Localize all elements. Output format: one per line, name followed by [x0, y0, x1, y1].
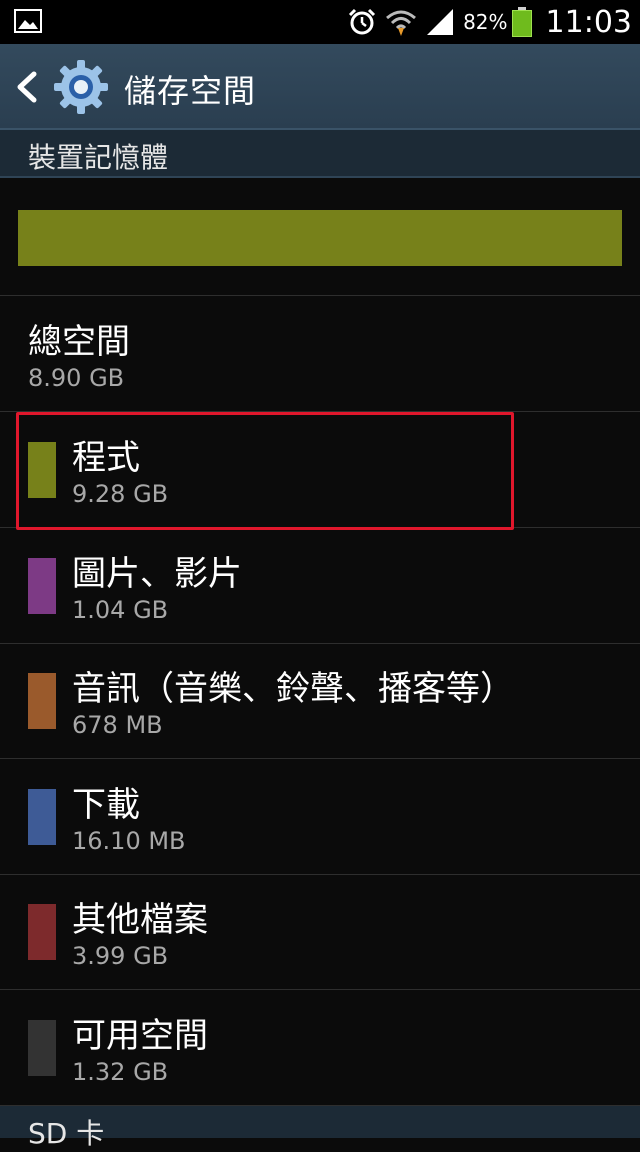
usage-bar-container [0, 180, 640, 296]
storage-usage-bar [18, 210, 622, 266]
row-title: 圖片、影片 [72, 554, 242, 594]
page-title: 儲存空間 [124, 72, 257, 110]
row-title: 總空間 [28, 322, 130, 362]
row-value: 8.90 GB [28, 364, 125, 392]
row-value: 16.10 MB [72, 827, 186, 855]
row-value: 1.04 GB [72, 596, 169, 624]
storage-item-audio[interactable]: 音訊（音樂、鈴聲、播客等） 678 MB [0, 643, 640, 759]
section-header-sd-card: SD 卡 [0, 1106, 640, 1150]
row-title: 下載 [72, 785, 140, 825]
color-swatch [28, 1020, 56, 1076]
status-bar: 82% 11:03 [0, 0, 640, 44]
storage-item-pictures-videos[interactable]: 圖片、影片 1.04 GB [0, 528, 640, 644]
total-space-row: 總空間 8.90 GB [0, 296, 640, 412]
row-title: 音訊（音樂、鈴聲、播客等） [72, 669, 514, 709]
color-swatch [28, 558, 56, 614]
row-value: 678 MB [72, 711, 163, 739]
row-value: 3.99 GB [72, 942, 169, 970]
row-title: 其他檔案 [72, 900, 208, 940]
section-header-label: 裝置記憶體 [28, 141, 169, 174]
row-title: 可用空間 [72, 1016, 208, 1056]
section-header-device-memory: 裝置記憶體 [0, 130, 640, 178]
storage-item-misc-files[interactable]: 其他檔案 3.99 GB [0, 874, 640, 990]
alarm-icon [349, 8, 376, 35]
wifi-icon [386, 10, 417, 36]
color-swatch [28, 789, 56, 845]
signal-icon [427, 9, 454, 35]
back-icon[interactable] [14, 70, 40, 104]
image-icon [14, 9, 42, 33]
row-value: 1.32 GB [72, 1058, 169, 1086]
gear-icon[interactable] [52, 58, 110, 116]
battery-percent: 82% [463, 10, 508, 34]
battery-icon [511, 7, 532, 37]
storage-item-downloads[interactable]: 下載 16.10 MB [0, 759, 640, 875]
clock: 11:03 [545, 4, 632, 40]
color-swatch [28, 904, 56, 960]
color-swatch [28, 673, 56, 729]
highlight-box [16, 412, 514, 530]
action-bar: 儲存空間 [0, 44, 640, 130]
storage-item-available-space: 可用空間 1.32 GB [0, 990, 640, 1106]
section-header-label: SD 卡 [28, 1117, 105, 1150]
